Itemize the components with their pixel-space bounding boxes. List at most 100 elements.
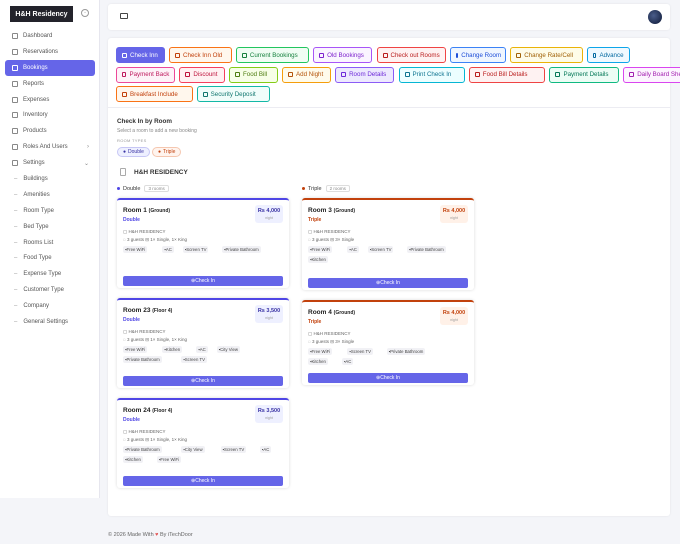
room-card[interactable]: Room 24 (Floor 4) Double Rs 3,500 night ▢ H&… bbox=[117, 398, 289, 488]
amenity-label: Kitchen bbox=[126, 457, 141, 462]
bed-config: 1× Single, 1× King bbox=[150, 237, 188, 242]
filter-pill-triple[interactable]: ● Triple bbox=[152, 147, 182, 157]
sidebar-item-label: Bed Type bbox=[23, 223, 49, 230]
amenity-tag: ▪ Kitchen bbox=[308, 358, 328, 365]
amenity-label: Private Bathroom bbox=[410, 247, 444, 252]
advance-icon bbox=[593, 52, 597, 58]
action-button-label: Change Rate/Cell bbox=[524, 51, 574, 59]
action-button-change-rate-cell[interactable]: Change Rate/Cell bbox=[510, 47, 584, 63]
sidebar-item-roles-and-users[interactable]: Roles And Users › bbox=[5, 139, 95, 155]
food-bill-icon bbox=[235, 72, 240, 77]
sidebar-item-label: Buildings bbox=[23, 175, 48, 182]
room-card[interactable]: Room 3 (Ground) Triple Rs 4,000 night ▢ H&H … bbox=[302, 198, 474, 290]
action-button-old-bookings[interactable]: Old Bookings bbox=[313, 47, 373, 63]
room-card[interactable]: Room 4 (Ground) Triple Rs 4,000 night ▢ H&H … bbox=[302, 300, 474, 385]
sidebar-subitem-buildings[interactable]: – Buildings bbox=[5, 171, 95, 187]
action-button-print-check-in[interactable]: Print Check In bbox=[398, 66, 465, 83]
sidebar-item-label: Room Type bbox=[23, 207, 54, 214]
action-button-check-inn-old[interactable]: Check Inn Old bbox=[169, 47, 232, 63]
sidebar-subitem-bed-type[interactable]: – Bed Type bbox=[5, 219, 95, 235]
chevron-down-icon: ⌄ bbox=[83, 160, 89, 167]
footer-credit[interactable]: By iTechDoor bbox=[160, 532, 193, 538]
brand-logo[interactable]: H&H Residency bbox=[10, 6, 73, 22]
sidebar-item-label: Inventory bbox=[23, 112, 48, 119]
sidebar-item-label: Reservations bbox=[23, 48, 59, 55]
room-hotel: ▢ H&H RESIDENCY bbox=[123, 229, 166, 235]
action-button-check-out-rooms[interactable]: Check out Rooms bbox=[376, 47, 447, 63]
amenity-tag: ▪ Free WiFi bbox=[123, 346, 148, 353]
sidebar-subitem-rooms-list[interactable]: – Rooms List bbox=[5, 235, 95, 251]
sidebar-nav: Dashboard Reservations Bookings Reports Expe… bbox=[5, 28, 95, 330]
action-button-payment-back[interactable]: Payment Back bbox=[116, 66, 176, 83]
sidebar-item-dashboard[interactable]: Dashboard bbox=[5, 28, 95, 44]
property-name: H&H RESIDENCY bbox=[134, 169, 188, 176]
room-card[interactable]: Room 23 (Floor 4) Double Rs 3,500 night ▢ H&… bbox=[117, 298, 289, 388]
action-button-label: Security Deposit bbox=[210, 90, 256, 98]
amenity-tag: ▪ City View bbox=[216, 346, 240, 353]
sidebar-subitem-room-type[interactable]: – Room Type bbox=[5, 203, 95, 219]
sidebar-item-label: Expenses bbox=[23, 96, 50, 103]
action-button-discount[interactable]: Discount bbox=[179, 66, 225, 83]
sidebar-subitem-amenities[interactable]: – Amenities bbox=[5, 187, 95, 203]
sidebar-item-expenses[interactable]: Expenses bbox=[5, 92, 95, 108]
price-badge: Rs 4,000 night bbox=[440, 205, 468, 223]
action-button-label: Change Room bbox=[461, 51, 502, 59]
room-occupancy: ◌ 3 guests ⊟ 1× Single, 1× King bbox=[123, 337, 187, 343]
sidebar-subitem-expense-type[interactable]: – Expense Type bbox=[5, 266, 95, 282]
filter-pill-label: Double bbox=[128, 149, 144, 155]
room-name-text: Room 24 bbox=[123, 407, 151, 414]
sidebar-subitem-general-settings[interactable]: – General Settings bbox=[5, 314, 95, 330]
column-name: Triple bbox=[308, 185, 322, 192]
sidebar-subitem-food-type[interactable]: – Food Type bbox=[5, 250, 95, 266]
sidebar-item-settings[interactable]: Settings ⌄ bbox=[5, 155, 95, 171]
amenity-tag: ▪ Private Bathroom bbox=[386, 348, 426, 355]
amenity-tag: ▪ City View bbox=[181, 446, 205, 453]
action-button-breakfast-include[interactable]: Breakfast Include bbox=[116, 86, 193, 102]
filter-pill-double[interactable]: ● Double bbox=[117, 147, 150, 157]
action-button-room-details[interactable]: Room Details bbox=[335, 66, 395, 83]
check-in-button[interactable]: ⊕ Check In bbox=[308, 373, 468, 383]
check-in-button[interactable]: ⊕ Check In bbox=[123, 476, 283, 486]
sidebar-item-inventory[interactable]: Inventory bbox=[5, 107, 95, 123]
collapse-toggle-icon[interactable]: ◦ bbox=[81, 9, 89, 17]
action-button-check-inn[interactable]: Check Inn bbox=[116, 47, 166, 63]
security-deposit-icon bbox=[202, 91, 208, 97]
amenity-tag: ▪ Free WiFi bbox=[123, 246, 148, 253]
action-button-food-bill[interactable]: Food Bill bbox=[229, 66, 279, 83]
action-button-change-room[interactable]: Change Room bbox=[450, 47, 507, 63]
change-room-icon bbox=[456, 52, 459, 58]
action-button-daily-board-sheet[interactable]: Daily Board Sheet bbox=[623, 66, 680, 83]
sidebar-item-bookings[interactable]: Bookings bbox=[5, 59, 95, 76]
check-in-button[interactable]: ⊕ Check In bbox=[123, 276, 283, 286]
sidebar-item-reservations[interactable]: Reservations bbox=[5, 44, 95, 60]
room-hotel-name: H&H RESIDENCY bbox=[313, 229, 351, 234]
main-panel: Check Inn Check Inn Old Current Bookings Ol… bbox=[108, 38, 680, 516]
check-in-label: Check In bbox=[195, 278, 215, 284]
check-in-button[interactable]: ⊕ Check In bbox=[308, 278, 468, 288]
amenity-label: Private Bathroom bbox=[390, 349, 424, 354]
action-button-food-bill-details[interactable]: Food Bill Details bbox=[468, 66, 546, 83]
amenity-tag: ▪ Screen TV bbox=[347, 348, 374, 355]
sidebar-subitem-company[interactable]: – Company bbox=[5, 298, 95, 314]
amenity-tag: ▪ AC bbox=[341, 358, 354, 365]
chart-icon bbox=[12, 80, 18, 87]
bed-config: 1× Single, 1× King bbox=[150, 337, 188, 342]
check-in-button[interactable]: ⊕ Check In bbox=[123, 376, 283, 386]
action-button-label: Advance bbox=[599, 51, 624, 59]
action-button-security-deposit[interactable]: Security Deposit bbox=[196, 86, 270, 102]
room-hotel: ▢ H&H RESIDENCY bbox=[308, 229, 351, 235]
room-card[interactable]: Room 1 (Ground) Double Rs 4,000 night ▢ H&H … bbox=[117, 198, 289, 288]
action-button-advance[interactable]: Advance bbox=[587, 47, 630, 63]
action-button-add-night[interactable]: Add Night bbox=[282, 66, 332, 83]
action-button-label: Payment Back bbox=[129, 71, 170, 78]
action-button-payment-details[interactable]: Payment Details bbox=[549, 66, 620, 83]
guests-count: 3 guests bbox=[311, 339, 329, 344]
monitor-icon[interactable] bbox=[120, 13, 128, 19]
action-button-current-bookings[interactable]: Current Bookings bbox=[235, 47, 310, 63]
status-dot-icon bbox=[117, 187, 120, 190]
sidebar-item-products[interactable]: Products bbox=[5, 123, 95, 139]
user-avatar[interactable] bbox=[648, 10, 662, 24]
amenity-label: Screen TV bbox=[186, 247, 207, 252]
sidebar-subitem-customer-type[interactable]: – Customer Type bbox=[5, 282, 95, 298]
sidebar-item-reports[interactable]: Reports bbox=[5, 76, 95, 92]
